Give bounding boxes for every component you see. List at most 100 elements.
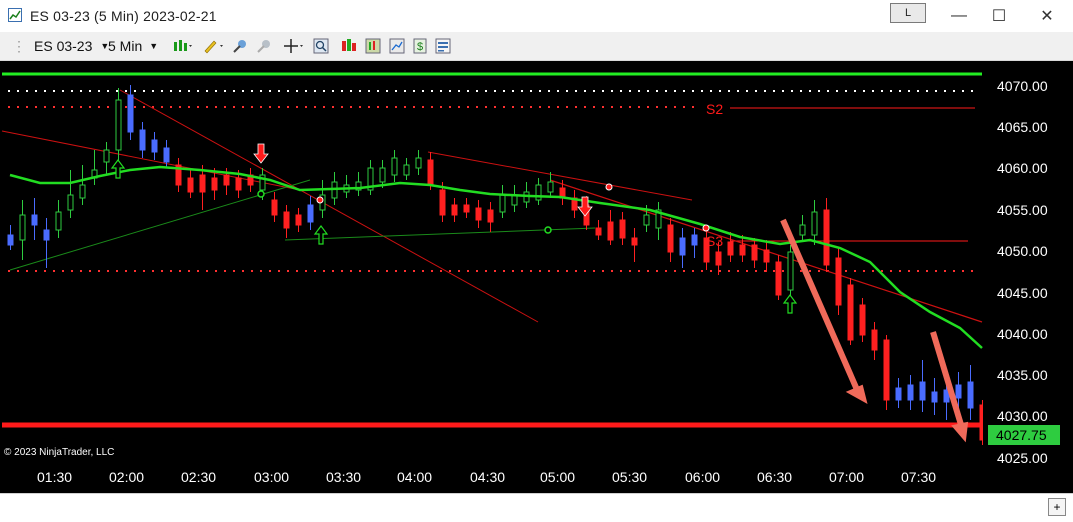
candle-body (391, 157, 398, 176)
candle-body (127, 94, 134, 133)
time-tick: 03:30 (326, 469, 362, 485)
strategies-icon[interactable] (389, 38, 405, 54)
level-dot (242, 270, 244, 272)
instrument-selector[interactable]: ⋮ ES 03-23 ▼ (12, 36, 109, 56)
level-dot (449, 270, 451, 272)
level-dot (611, 106, 613, 108)
level-dot (773, 90, 775, 92)
level-dot (152, 90, 154, 92)
level-dot (440, 90, 442, 92)
level-dot (908, 90, 910, 92)
indicators-icon[interactable] (365, 38, 381, 54)
svg-text:$: $ (417, 41, 423, 53)
level-dot (107, 90, 109, 92)
level-dot (251, 90, 253, 92)
level-dot (305, 106, 307, 108)
level-dot (881, 90, 883, 92)
global-draw-icon[interactable] (256, 38, 272, 54)
candle-body (487, 209, 494, 223)
level-dot (287, 270, 289, 272)
properties-icon[interactable] (435, 38, 451, 54)
level-dot (161, 90, 163, 92)
price-chart[interactable]: S2 S3 (0, 61, 983, 461)
level-dot (305, 270, 307, 272)
level-dot (737, 270, 739, 272)
candle-body (547, 181, 554, 193)
level-dot (458, 90, 460, 92)
time-tick: 02:00 (109, 469, 145, 485)
level-dot (107, 270, 109, 272)
level-dot (53, 270, 55, 272)
pencil-draw-icon[interactable] (202, 38, 226, 54)
level-dot (584, 90, 586, 92)
level-dot (620, 90, 622, 92)
level-dot (638, 270, 640, 272)
level-dot (818, 90, 820, 92)
dollar-icon[interactable]: $ (412, 38, 428, 54)
level-dot (458, 106, 460, 108)
level-dot (242, 90, 244, 92)
level-dot (422, 106, 424, 108)
level-dot (827, 90, 829, 92)
level-dot (602, 90, 604, 92)
price-tick: 4035.00 (997, 367, 1048, 383)
chart-style-icon[interactable] (172, 38, 194, 54)
level-dot (548, 106, 550, 108)
level-dot (17, 270, 19, 272)
candle-body (115, 99, 122, 151)
level-dot (566, 270, 568, 272)
level-dot (728, 270, 730, 272)
level-dot (854, 270, 856, 272)
maximize-button[interactable]: ☐ (976, 0, 1022, 32)
level-dot (368, 106, 370, 108)
level-dot (485, 106, 487, 108)
close-button[interactable]: ✕ (1024, 0, 1070, 32)
time-tick: 01:30 (37, 469, 73, 485)
level-dot (431, 90, 433, 92)
level-dot (422, 90, 424, 92)
level-dot (35, 90, 37, 92)
time-tick: 07:00 (829, 469, 865, 485)
level-dot (287, 90, 289, 92)
copyright-text: © 2023 NinjaTrader, LLC (4, 447, 115, 458)
price-tick: 4050.00 (997, 243, 1048, 259)
candle-body (151, 139, 158, 153)
time-tick: 06:30 (757, 469, 793, 485)
level-dot (476, 270, 478, 272)
candle-body (499, 194, 506, 213)
candle-body (199, 174, 206, 193)
candle-body (235, 177, 242, 191)
level-dot (521, 90, 523, 92)
level-dot (395, 90, 397, 92)
level-dot (206, 106, 208, 108)
crosshair-icon[interactable] (284, 38, 306, 54)
level-dot (539, 270, 541, 272)
level-dot (665, 90, 667, 92)
snap-icon[interactable] (232, 38, 248, 54)
level-dot (719, 90, 721, 92)
level-dot (260, 106, 262, 108)
level-dot (926, 270, 928, 272)
add-tab-button[interactable]: + (1048, 498, 1066, 516)
level-dot (467, 90, 469, 92)
level-dot (503, 270, 505, 272)
level-dot (845, 90, 847, 92)
zoom-icon[interactable] (313, 38, 329, 54)
interval-selector[interactable]: 5 Min ▼ (108, 36, 158, 56)
candle-body (403, 164, 410, 176)
candle-body (787, 251, 794, 291)
level-dot (629, 270, 631, 272)
level-dot (755, 90, 757, 92)
level-dot (476, 106, 478, 108)
candle-body (679, 237, 686, 256)
level-dot (179, 106, 181, 108)
data-series-icon[interactable] (341, 38, 357, 54)
level-dot (719, 270, 721, 272)
level-dot (377, 90, 379, 92)
candle-body (799, 224, 806, 236)
level-dot (179, 90, 181, 92)
level-dot (89, 90, 91, 92)
link-button[interactable]: L (890, 3, 926, 23)
level-dot (242, 106, 244, 108)
time-tick: 05:30 (612, 469, 648, 485)
